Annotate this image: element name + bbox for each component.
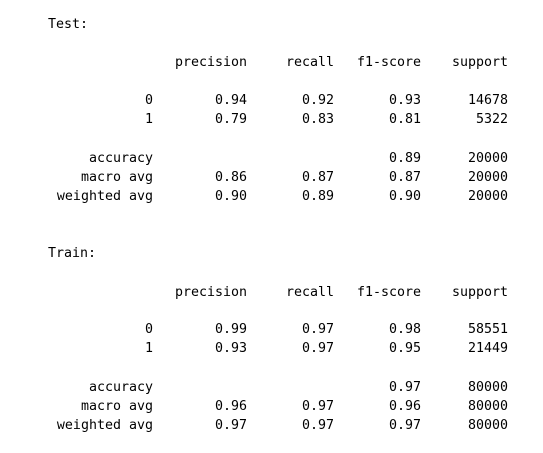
support-value: 58551 [467, 322, 508, 337]
header-precision: precision [174, 285, 247, 300]
summary-row: weighted avg 0.97 0.97 0.97 80000 [0, 416, 543, 435]
support-value: 14678 [467, 93, 508, 108]
f1-score-value: 0.96 [388, 399, 421, 414]
precision-value: 0.93 [214, 341, 247, 356]
row-label: weighted avg [56, 418, 153, 433]
support-value: 20000 [467, 189, 508, 204]
recall-value: 0.92 [301, 93, 334, 108]
support-value: 5322 [475, 112, 508, 127]
header-row: precision recall f1-score support [0, 283, 543, 302]
precision-value: 0.97 [214, 418, 247, 433]
support-value: 80000 [467, 380, 508, 395]
recall-value: 0.89 [301, 189, 334, 204]
support-value: 21449 [467, 341, 508, 356]
header-support: support [451, 285, 508, 300]
summary-row: macro avg 0.96 0.97 0.96 80000 [0, 397, 543, 416]
report-title-line: Test: [0, 15, 543, 34]
row-label: 0 [144, 93, 153, 108]
support-value: 20000 [467, 170, 508, 185]
report-title-line: Train: [0, 244, 543, 263]
recall-value: 0.97 [301, 418, 334, 433]
support-value: 80000 [467, 418, 508, 433]
row-label: macro avg [80, 170, 153, 185]
header-support: support [451, 55, 508, 70]
report-title: Test: [48, 17, 89, 32]
f1-score-value: 0.89 [388, 151, 421, 166]
row-label: 1 [144, 341, 153, 356]
f1-score-value: 0.93 [388, 93, 421, 108]
recall-value: 0.97 [301, 341, 334, 356]
row-label: weighted avg [56, 189, 153, 204]
precision-value: 0.99 [214, 322, 247, 337]
header-row: precision recall f1-score support [0, 53, 543, 72]
support-value: 80000 [467, 399, 508, 414]
output-panel: { "reports": [ { "title": "Test:", "head… [0, 0, 543, 453]
precision-value: 0.90 [214, 189, 247, 204]
f1-score-value: 0.95 [388, 341, 421, 356]
header-precision: precision [174, 55, 247, 70]
f1-score-value: 0.90 [388, 189, 421, 204]
f1-score-value: 0.87 [388, 170, 421, 185]
precision-value: 0.96 [214, 399, 247, 414]
precision-value: 0.86 [214, 170, 247, 185]
support-value: 20000 [467, 151, 508, 166]
f1-score-value: 0.97 [388, 418, 421, 433]
precision-value: 0.79 [214, 112, 247, 127]
f1-score-value: 0.98 [388, 322, 421, 337]
row-label: accuracy [88, 380, 153, 395]
row-label: 1 [144, 112, 153, 127]
row-label: accuracy [88, 151, 153, 166]
f1-score-value: 0.97 [388, 380, 421, 395]
header-f1-score: f1-score [356, 285, 421, 300]
report-title: Train: [48, 246, 97, 261]
f1-score-value: 0.81 [388, 112, 421, 127]
row-label: 0 [144, 322, 153, 337]
summary-row: accuracy 0.89 20000 [0, 149, 543, 168]
summary-row: macro avg 0.86 0.87 0.87 20000 [0, 168, 543, 187]
recall-value: 0.87 [301, 170, 334, 185]
summary-row: accuracy 0.97 80000 [0, 378, 543, 397]
row-label: macro avg [80, 399, 153, 414]
summary-row: weighted avg 0.90 0.89 0.90 20000 [0, 187, 543, 206]
class-row: 1 0.79 0.83 0.81 5322 [0, 110, 543, 129]
precision-value: 0.94 [214, 93, 247, 108]
class-row: 0 0.94 0.92 0.93 14678 [0, 91, 543, 110]
recall-value: 0.97 [301, 322, 334, 337]
header-f1-score: f1-score [356, 55, 421, 70]
class-row: 1 0.93 0.97 0.95 21449 [0, 339, 543, 358]
header-recall: recall [285, 285, 334, 300]
class-row: 0 0.99 0.97 0.98 58551 [0, 320, 543, 339]
recall-value: 0.97 [301, 399, 334, 414]
header-recall: recall [285, 55, 334, 70]
recall-value: 0.83 [301, 112, 334, 127]
